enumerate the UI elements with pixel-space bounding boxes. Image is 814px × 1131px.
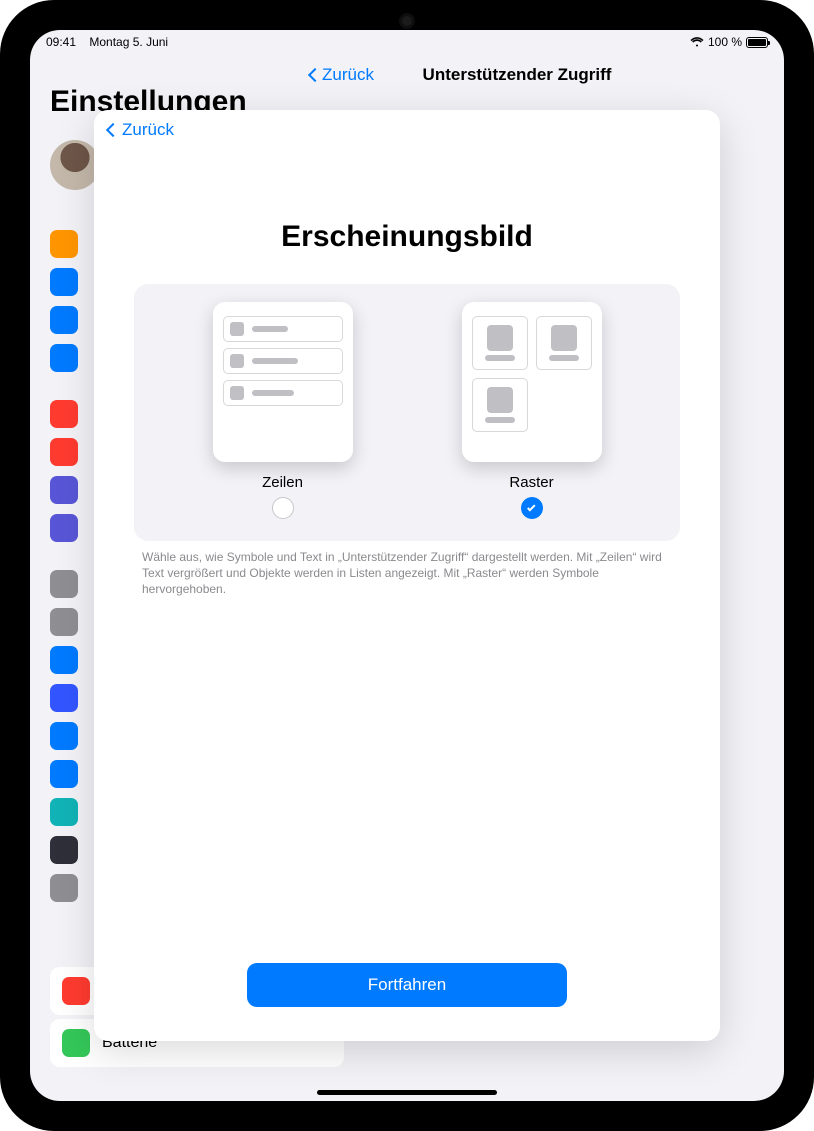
settings-sidebar xyxy=(50,230,90,912)
fingerprint-icon xyxy=(62,977,90,1005)
battery-percent: 100 % xyxy=(708,35,742,49)
control-center-icon[interactable] xyxy=(50,608,78,636)
continue-label: Fortfahren xyxy=(368,975,446,994)
general-icon[interactable] xyxy=(50,570,78,598)
appearance-caption: Wähle aus, wie Symbole und Text in „Unte… xyxy=(142,549,672,598)
option-grid-label: Raster xyxy=(509,474,553,491)
camera-dot xyxy=(402,16,412,26)
airplane-icon[interactable] xyxy=(50,230,78,258)
bg-back-button[interactable]: Zurück xyxy=(310,65,374,85)
wallpaper-icon[interactable] xyxy=(50,798,78,826)
multitasking-icon[interactable] xyxy=(50,722,78,750)
wifi-icon[interactable] xyxy=(50,268,78,296)
accessibility-icon[interactable] xyxy=(50,760,78,788)
status-time: 09:41 xyxy=(46,35,76,49)
appearance-modal: Zurück Erscheinungsbild Zeilen xyxy=(94,110,720,1041)
option-grid-radio[interactable] xyxy=(521,497,543,519)
battery-icon xyxy=(746,37,768,48)
battery-settings-icon xyxy=(62,1029,90,1057)
status-left: 09:41 Montag 5. Juni xyxy=(46,35,168,49)
wifi-status-icon xyxy=(690,37,704,47)
bg-nav-title: Unterstützender Zugriff xyxy=(30,65,784,85)
modal-back-label: Zurück xyxy=(122,120,174,140)
preview-rows xyxy=(213,302,353,462)
modal-title: Erscheinungsbild xyxy=(94,220,720,254)
screentime-icon[interactable] xyxy=(50,514,78,542)
chevron-left-icon xyxy=(106,123,120,137)
home-indicator[interactable] xyxy=(317,1090,497,1095)
focus-icon[interactable] xyxy=(50,476,78,504)
modal-navbar: Zurück xyxy=(94,110,720,140)
option-rows[interactable]: Zeilen xyxy=(173,302,393,519)
profile-avatar[interactable] xyxy=(50,140,100,190)
status-date: Montag 5. Juni xyxy=(89,35,168,49)
notifications-icon[interactable] xyxy=(50,400,78,428)
checkmark-icon xyxy=(527,503,535,511)
sound-icon[interactable] xyxy=(50,438,78,466)
bluetooth-icon[interactable] xyxy=(50,306,78,334)
preview-grid xyxy=(462,302,602,462)
appearance-options: Zeilen Raster xyxy=(134,284,680,541)
bg-back-label: Zurück xyxy=(322,65,374,85)
chevron-left-icon xyxy=(308,68,322,82)
siri-icon[interactable] xyxy=(50,836,78,864)
modal-back-button[interactable]: Zurück xyxy=(108,120,174,140)
option-grid[interactable]: Raster xyxy=(422,302,642,519)
option-rows-label: Zeilen xyxy=(262,474,303,491)
device-frame: 09:41 Montag 5. Juni 100 % Zurück Unters… xyxy=(0,0,814,1131)
pencil-icon[interactable] xyxy=(50,874,78,902)
display-icon[interactable] xyxy=(50,646,78,674)
option-rows-radio[interactable] xyxy=(272,497,294,519)
status-right: 100 % xyxy=(690,35,768,49)
homescreen-icon[interactable] xyxy=(50,684,78,712)
screen: 09:41 Montag 5. Juni 100 % Zurück Unters… xyxy=(30,30,784,1101)
continue-button[interactable]: Fortfahren xyxy=(247,963,567,1007)
globe-icon[interactable] xyxy=(50,344,78,372)
status-bar: 09:41 Montag 5. Juni 100 % xyxy=(30,30,784,50)
